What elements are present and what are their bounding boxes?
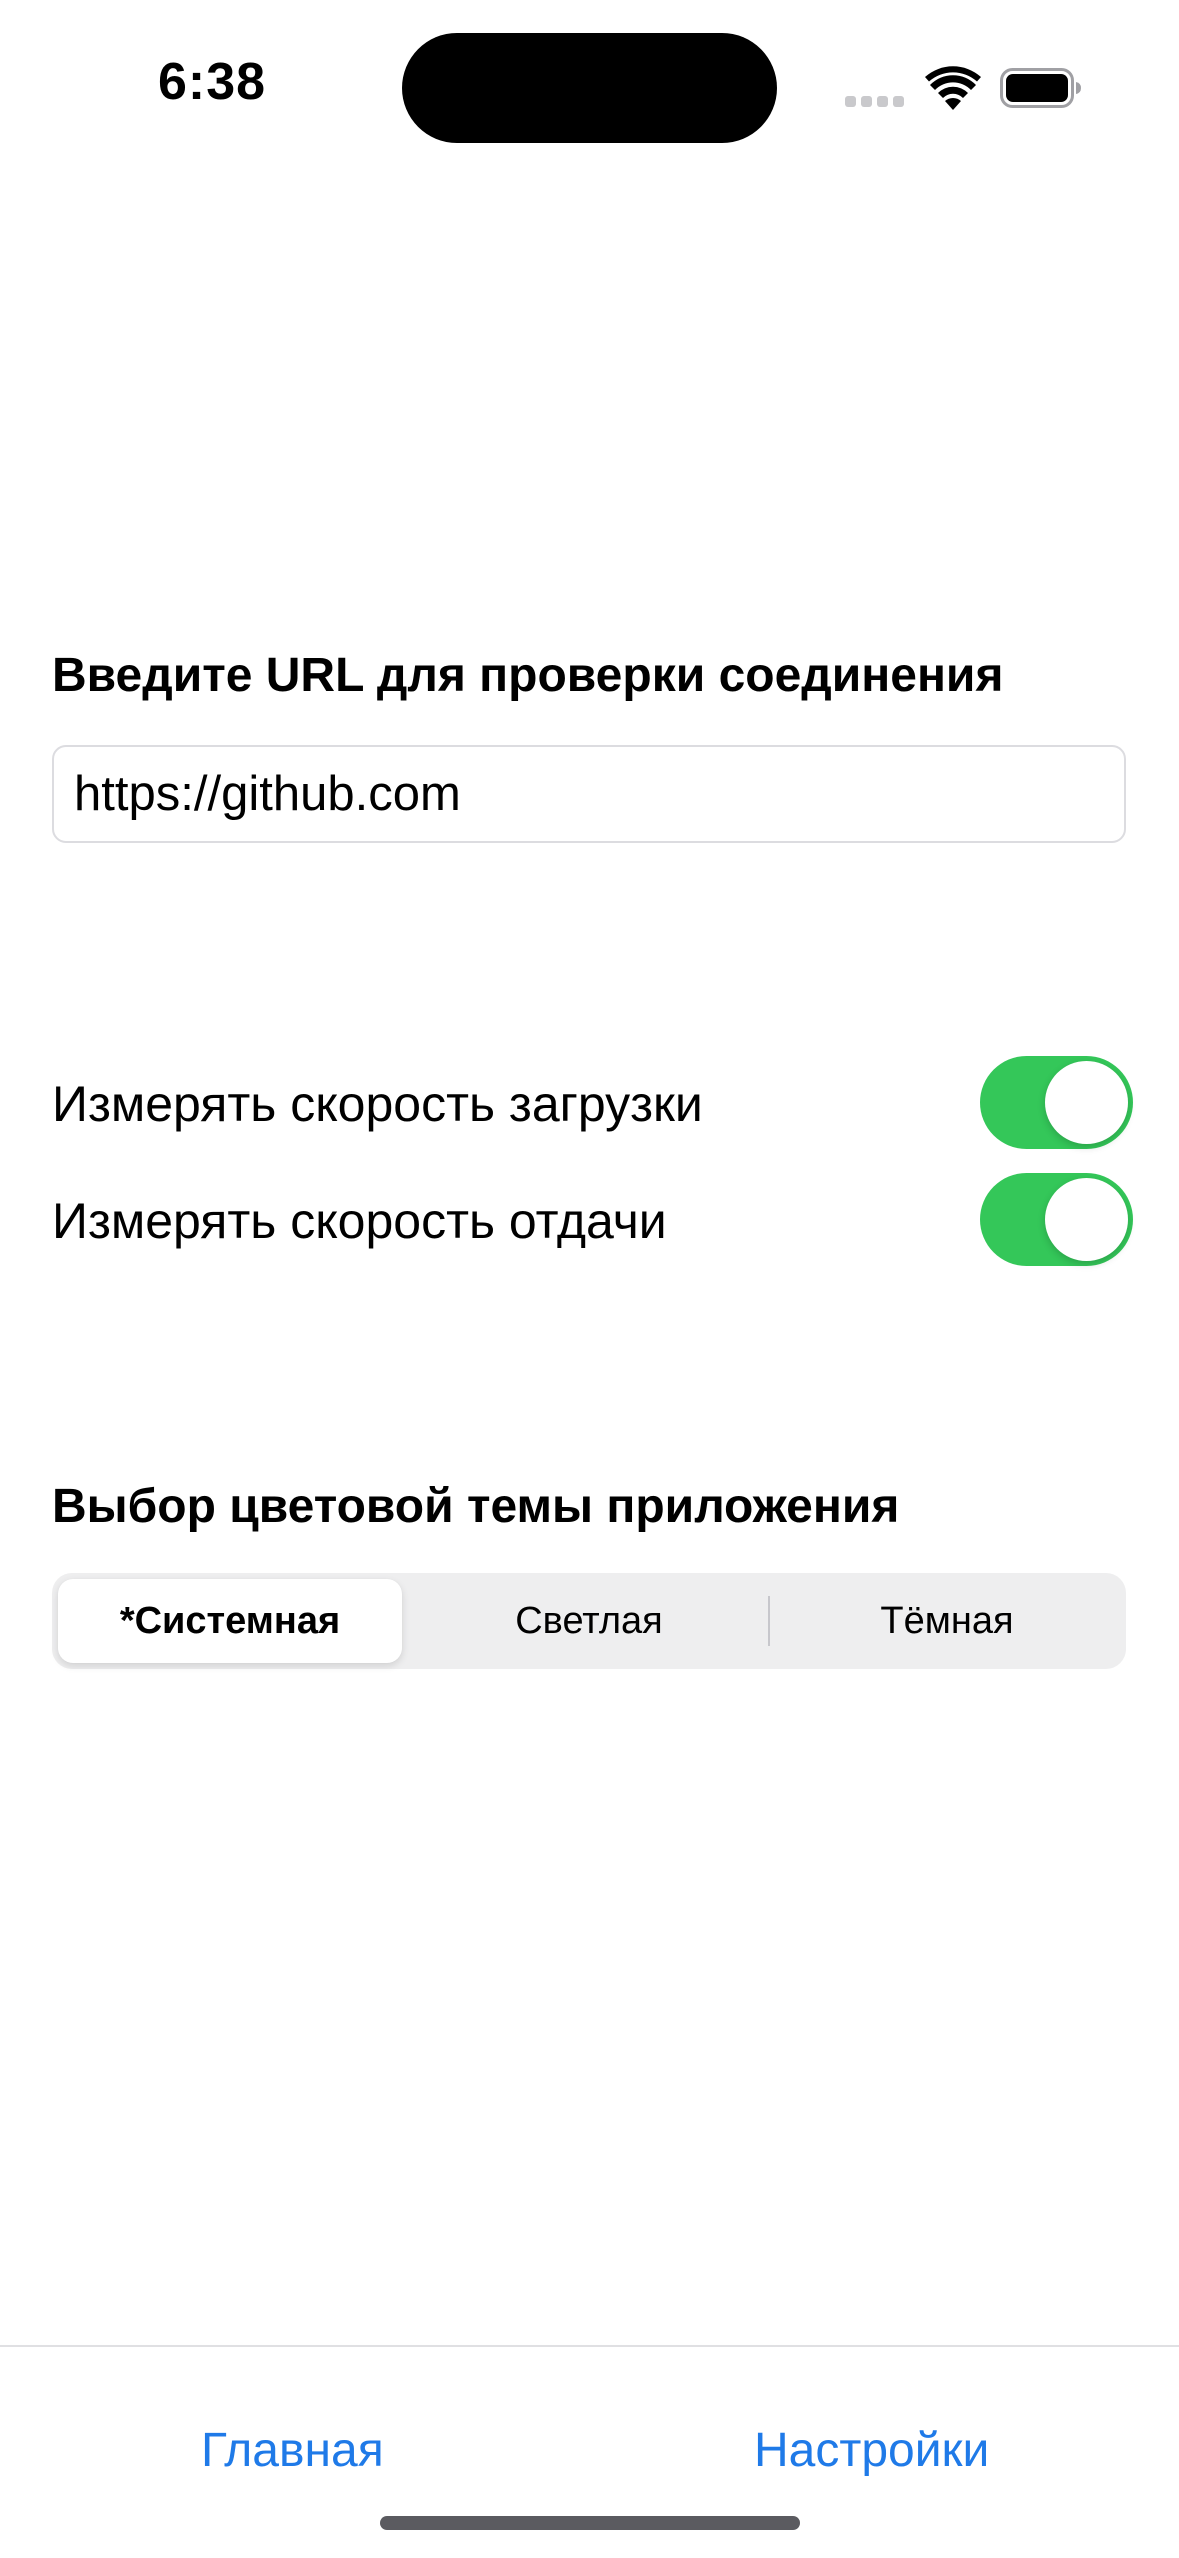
segment-dark[interactable]: Тёмная: [768, 1573, 1126, 1669]
toggle-knob: [1045, 1178, 1128, 1261]
tab-settings[interactable]: Настройки: [754, 2423, 989, 2478]
url-section-heading: Введите URL для проверки соединения: [52, 649, 1004, 702]
theme-segmented-control: *Системная Светлая Тёмная: [52, 1573, 1126, 1669]
url-input[interactable]: [52, 745, 1126, 843]
download-speed-row: Измерять скорость загрузки: [52, 1056, 1133, 1152]
segment-system[interactable]: *Системная: [58, 1579, 402, 1663]
segment-light[interactable]: Светлая: [410, 1573, 768, 1669]
download-speed-toggle[interactable]: [980, 1056, 1133, 1149]
upload-speed-label: Измерять скорость отдачи: [52, 1193, 667, 1249]
wifi-icon: [925, 66, 981, 110]
cellular-signal-icon: [845, 93, 905, 107]
toggle-knob: [1045, 1061, 1128, 1144]
upload-speed-toggle[interactable]: [980, 1173, 1133, 1266]
dynamic-island: [402, 33, 777, 143]
theme-section-heading: Выбор цветовой темы приложения: [52, 1480, 900, 1533]
battery-icon: [1000, 68, 1081, 108]
status-time: 6:38: [158, 53, 267, 111]
home-indicator[interactable]: [380, 2516, 800, 2530]
download-speed-label: Измерять скорость загрузки: [52, 1076, 703, 1132]
upload-speed-row: Измерять скорость отдачи: [52, 1173, 1133, 1269]
tab-home[interactable]: Главная: [201, 2423, 384, 2478]
